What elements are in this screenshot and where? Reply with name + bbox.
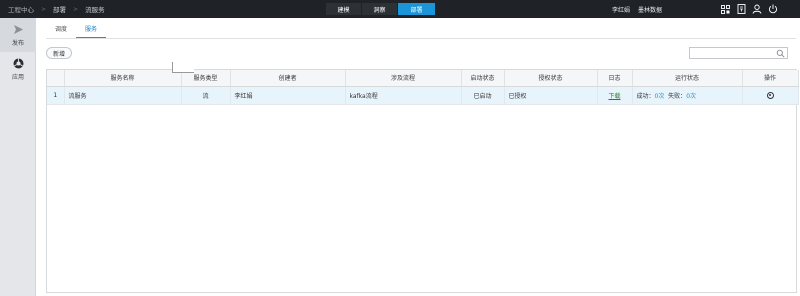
breadcrumb-item-deploy[interactable]: 部署: [53, 4, 66, 14]
add-button[interactable]: 新增: [46, 47, 72, 59]
sidebar: 发布 应用: [0, 18, 36, 296]
search-icon[interactable]: [776, 49, 785, 58]
tab-insight[interactable]: 洞察: [362, 3, 398, 15]
tab-service[interactable]: 服务: [76, 24, 107, 38]
sidebar-item-app[interactable]: 应用: [0, 52, 36, 86]
success-label: 成功：: [636, 92, 655, 100]
sidebar-item-label: 发布: [11, 39, 24, 47]
main-nav-tabs: 建模 洞察 部署: [326, 3, 436, 15]
creator: 李红娟: [230, 86, 346, 105]
tab-modeling[interactable]: 建模: [326, 3, 362, 15]
top-bar: 工程中心 > 部署 > 流服务 建模 洞察 部署 李红娟 墨林数据: [0, 0, 800, 18]
power-icon[interactable]: [768, 4, 778, 14]
service-table: 服务名称 服务类型 创建者 涉及流程 启动状态 授权状态 日志 运行状态 操作 …: [46, 69, 799, 293]
type-tooltip-edge: [172, 62, 194, 73]
org-name[interactable]: 墨林数据: [638, 5, 662, 14]
download-log-link[interactable]: 下载: [608, 93, 620, 100]
column-header[interactable]: 启动状态: [461, 70, 505, 87]
start-status: 已启动: [461, 86, 505, 105]
column-header[interactable]: 日志: [597, 70, 633, 87]
log-cell: 下载: [597, 86, 633, 105]
column-header-index: [47, 70, 65, 87]
app-icon: [12, 58, 24, 70]
column-header[interactable]: 创建者: [230, 70, 346, 87]
tab-deploy[interactable]: 部署: [398, 3, 436, 15]
breadcrumb-item-project-center[interactable]: 工程中心: [8, 4, 34, 14]
grid-icon[interactable]: [720, 4, 730, 14]
send-icon: [12, 24, 24, 36]
action-radio-icon[interactable]: [766, 91, 774, 99]
sidebar-item-publish[interactable]: 发布: [0, 18, 36, 52]
table-header: 服务名称 服务类型 创建者 涉及流程 启动状态 授权状态 日志 运行状态 操作: [47, 70, 799, 87]
auth-status: 已授权: [504, 86, 598, 105]
table-row[interactable]: 1 流服务 流 李红娟 kafka流程 已启动 已授权 下载 成功：0次 失败：…: [47, 86, 799, 105]
book-icon[interactable]: [736, 4, 746, 14]
top-icons: [720, 0, 784, 18]
row-index: 1: [47, 86, 65, 105]
success-count: 0次: [654, 92, 665, 100]
column-header[interactable]: 授权状态: [504, 70, 598, 87]
run-status: 成功：0次 失败：0次: [632, 86, 743, 105]
user-area: 李红娟 墨林数据: [612, 0, 670, 18]
service-type: 流: [181, 86, 231, 105]
column-header[interactable]: 服务名称: [64, 70, 182, 87]
user-icon[interactable]: [752, 4, 762, 14]
column-header[interactable]: 操作: [742, 70, 799, 87]
sub-tabs: 调度 服务: [46, 24, 107, 38]
user-name[interactable]: 李红娟: [612, 5, 630, 14]
breadcrumb: 工程中心 > 部署 > 流服务: [8, 0, 105, 18]
divider: [46, 38, 796, 39]
main-content: 调度 服务 新增 服务名称 服务类型 创建者 涉及流程 启动状态 授权状态 日志: [36, 18, 800, 296]
action-cell: [742, 86, 799, 105]
fail-count: 0次: [686, 92, 697, 100]
flow-name: kafka流程: [345, 86, 462, 105]
search-box: [689, 47, 788, 59]
breadcrumb-item-stream-service[interactable]: 流服务: [85, 4, 105, 14]
breadcrumb-separator: >: [41, 5, 47, 13]
fail-label: 失败：: [668, 92, 687, 100]
search-input[interactable]: [690, 48, 776, 58]
tab-schedule[interactable]: 调度: [46, 24, 76, 38]
breadcrumb-separator: >: [73, 5, 79, 13]
service-name: 流服务: [64, 86, 182, 105]
sidebar-item-label: 应用: [11, 73, 24, 81]
column-header[interactable]: 涉及流程: [345, 70, 462, 87]
column-header[interactable]: 运行状态: [632, 70, 743, 87]
